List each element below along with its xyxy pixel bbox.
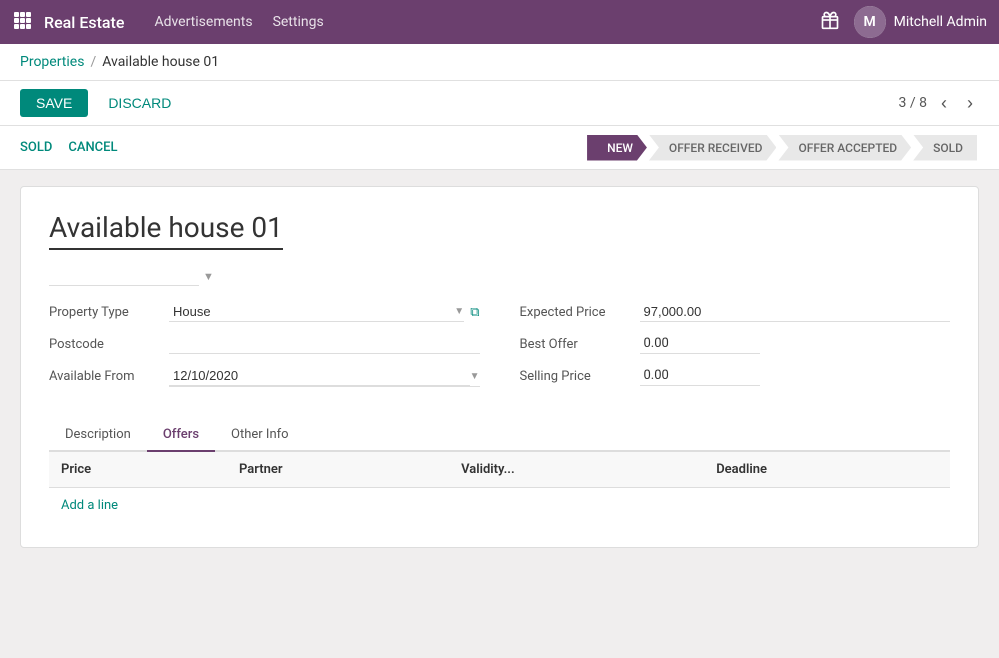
best-offer-value: 0.00 (640, 334, 760, 354)
available-from-input[interactable] (169, 366, 470, 386)
property-type-dropdown[interactable]: House (169, 302, 454, 321)
grid-icon[interactable] (12, 10, 32, 34)
page-info: 3 / 8 (899, 95, 927, 111)
next-page-button[interactable]: › (961, 91, 979, 116)
cancel-action[interactable]: CANCEL (68, 136, 117, 159)
action-bar: SAVE DISCARD 3 / 8 ‹ › (0, 81, 999, 126)
postcode-value-area (169, 334, 480, 354)
sold-action[interactable]: SOLD (20, 136, 52, 159)
pipeline-step-new[interactable]: NEW (587, 135, 647, 161)
col-validity: Validity... (449, 452, 704, 488)
expected-price-input[interactable] (640, 302, 951, 322)
tabs: Description Offers Other Info (49, 419, 950, 452)
breadcrumb-current: Available house 01 (102, 54, 219, 70)
expected-price-label: Expected Price (520, 305, 640, 320)
best-offer-label: Best Offer (520, 337, 640, 352)
breadcrumb: Properties / Available house 01 (0, 44, 999, 81)
gift-icon[interactable] (820, 10, 840, 34)
col-partner: Partner (227, 452, 449, 488)
available-from-field: Available From ▼ (49, 366, 480, 387)
nav-settings[interactable]: Settings (273, 14, 324, 30)
property-type-select[interactable]: House ▼ (169, 302, 464, 322)
user-area[interactable]: M Mitchell Admin (854, 6, 987, 38)
available-from-label: Available From (49, 369, 169, 384)
tags-input[interactable] (49, 266, 199, 286)
left-col: Property Type House ▼ ⧉ Postcode (49, 302, 480, 399)
pipeline-step-offer-accepted[interactable]: OFFER ACCEPTED (778, 135, 911, 161)
avatar-initials: M (854, 6, 886, 38)
main-content: Available house 01 ▼ Property Type House (0, 170, 999, 564)
nav-advertisements[interactable]: Advertisements (154, 14, 252, 30)
save-button[interactable]: SAVE (20, 89, 88, 117)
offers-table-head: Price Partner Validity... Deadline (49, 452, 950, 488)
expected-price-field: Expected Price (520, 302, 951, 322)
available-from-select[interactable]: ▼ (169, 366, 480, 387)
tab-offers[interactable]: Offers (147, 419, 215, 452)
selling-price-field: Selling Price 0.00 (520, 366, 951, 386)
pipeline-step-sold[interactable]: SOLD (913, 135, 977, 161)
selling-price-label: Selling Price (520, 369, 640, 384)
property-type-external-link[interactable]: ⧉ (470, 305, 479, 320)
tags-area: ▼ (49, 266, 950, 286)
form-fields: Property Type House ▼ ⧉ Postcode (49, 302, 950, 399)
postcode-field: Postcode (49, 334, 480, 354)
property-type-arrow: ▼ (454, 306, 464, 317)
available-from-value-area: ▼ (169, 366, 480, 387)
selling-price-value: 0.00 (640, 366, 760, 386)
offers-table-header-row: Price Partner Validity... Deadline (49, 452, 950, 488)
postcode-label: Postcode (49, 337, 169, 352)
offers-tab-content: Price Partner Validity... Deadline Add a… (49, 452, 950, 523)
tab-description[interactable]: Description (49, 419, 147, 452)
best-offer-value-area: 0.00 (640, 334, 951, 354)
property-type-label: Property Type (49, 305, 169, 320)
available-from-arrow: ▼ (470, 371, 480, 382)
selling-price-value-area: 0.00 (640, 366, 951, 386)
offers-table: Price Partner Validity... Deadline (49, 452, 950, 488)
avatar: M (854, 6, 886, 38)
col-price: Price (49, 452, 227, 488)
breadcrumb-separator: / (90, 54, 96, 70)
right-col: Expected Price Best Offer 0.00 Selling P… (520, 302, 951, 399)
user-name: Mitchell Admin (894, 14, 987, 30)
property-type-field: Property Type House ▼ ⧉ (49, 302, 480, 322)
col-deadline: Deadline (704, 452, 950, 488)
record-title: Available house 01 (49, 211, 283, 250)
pagination: 3 / 8 ‹ › (899, 91, 979, 116)
breadcrumb-parent[interactable]: Properties (20, 54, 84, 70)
tags-dropdown-arrow[interactable]: ▼ (203, 270, 214, 283)
property-type-value-area: House ▼ ⧉ (169, 302, 480, 322)
expected-price-value-area (640, 302, 951, 322)
pipeline-step-offer-received[interactable]: OFFER RECEIVED (649, 135, 777, 161)
discard-button[interactable]: DISCARD (96, 89, 183, 117)
app-title: Real Estate (44, 13, 124, 32)
prev-page-button[interactable]: ‹ (935, 91, 953, 116)
form-card: Available house 01 ▼ Property Type House (20, 186, 979, 548)
postcode-input[interactable] (169, 334, 480, 354)
status-bar: SOLD CANCEL NEW OFFER RECEIVED OFFER ACC… (0, 126, 999, 170)
top-nav: Real Estate Advertisements Settings M Mi… (0, 0, 999, 44)
pipeline: NEW OFFER RECEIVED OFFER ACCEPTED SOLD (587, 135, 979, 161)
add-line-link[interactable]: Add a line (49, 488, 130, 523)
best-offer-field: Best Offer 0.00 (520, 334, 951, 354)
tab-other-info[interactable]: Other Info (215, 419, 305, 452)
